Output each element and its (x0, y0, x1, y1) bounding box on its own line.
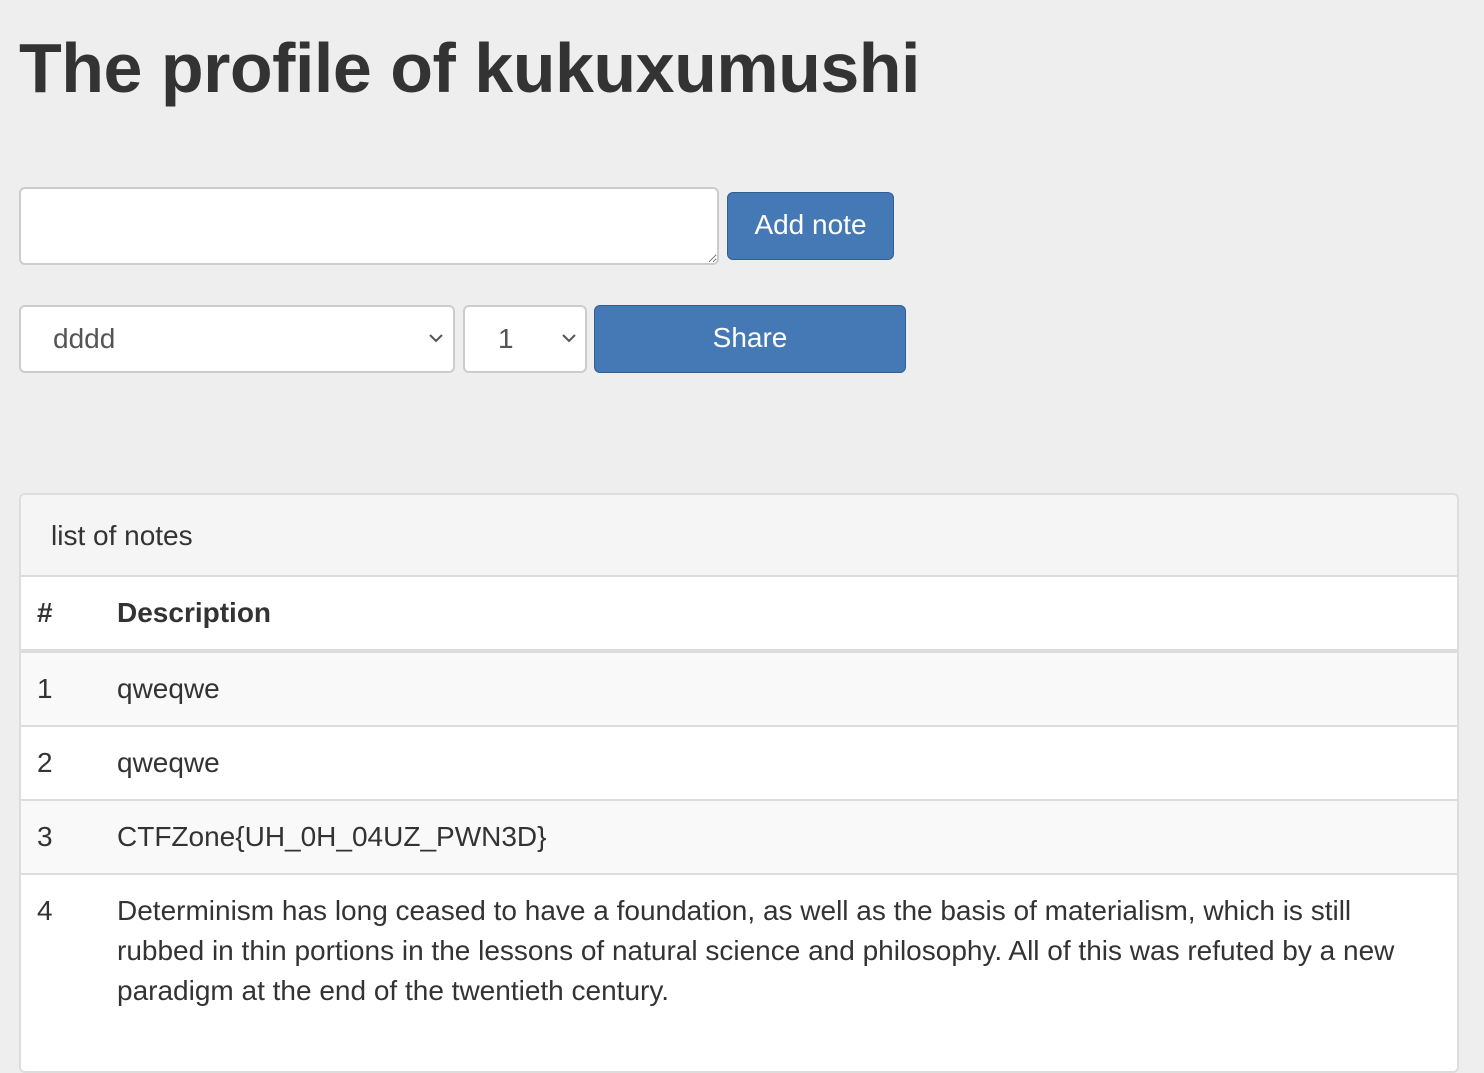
share-button[interactable]: Share (594, 305, 906, 373)
add-note-button[interactable]: Add note (727, 192, 894, 260)
table-row: 1 qweqwe (21, 651, 1457, 726)
user-select-value: dddd (53, 323, 116, 354)
page-title: The profile of kukuxumushi (19, 29, 920, 107)
row-number: 4 (21, 873, 117, 1027)
chevron-down-icon (562, 334, 576, 343)
row-description: Determinism has long ceased to have a fo… (117, 873, 1457, 1027)
table-header-row: # Description (21, 577, 1457, 653)
user-select[interactable]: dddd (19, 305, 455, 373)
chevron-down-icon (429, 334, 443, 343)
number-select-value: 1 (498, 323, 514, 354)
note-textarea[interactable] (19, 187, 719, 265)
number-select[interactable]: 1 (463, 305, 587, 373)
row-description: CTFZone{UH_0H_04UZ_PWN3D} (117, 799, 1457, 874)
panel-heading: list of notes (21, 495, 1457, 577)
row-description: qweqwe (117, 725, 1457, 800)
table-row: 3 CTFZone{UH_0H_04UZ_PWN3D} (21, 799, 1457, 874)
notes-panel: list of notes # Description 1 qweqwe 2 q… (19, 493, 1459, 1073)
row-description: qweqwe (117, 673, 220, 704)
table-row: 2 qweqwe (21, 725, 1457, 800)
row-number: 1 (37, 673, 53, 704)
column-header-number: # (21, 577, 117, 653)
notes-table: # Description 1 qweqwe 2 qweqwe 3 CTFZon… (21, 577, 1457, 1027)
row-number: 2 (21, 725, 117, 800)
row-number: 3 (21, 799, 117, 874)
table-row: 4 Determinism has long ceased to have a … (21, 873, 1457, 1027)
column-header-description: Description (117, 577, 1457, 653)
